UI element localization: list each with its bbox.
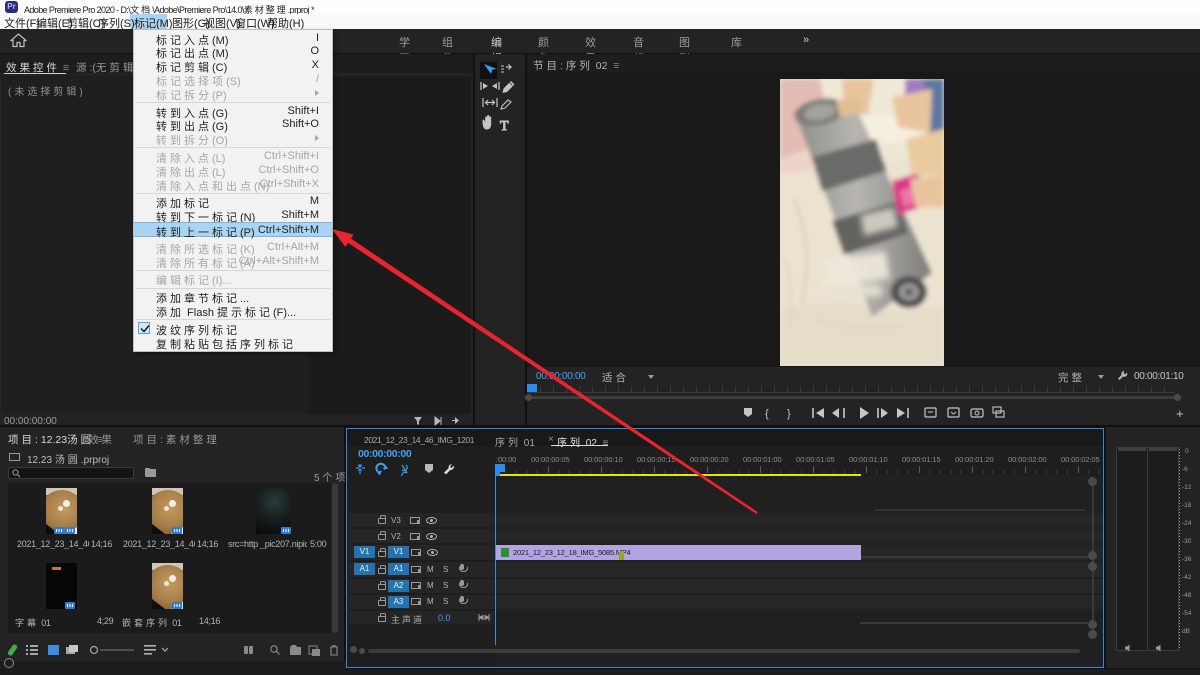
svg-text:{: { bbox=[765, 408, 769, 420]
svg-text:T: T bbox=[500, 119, 509, 134]
svg-text:}: } bbox=[787, 408, 791, 420]
